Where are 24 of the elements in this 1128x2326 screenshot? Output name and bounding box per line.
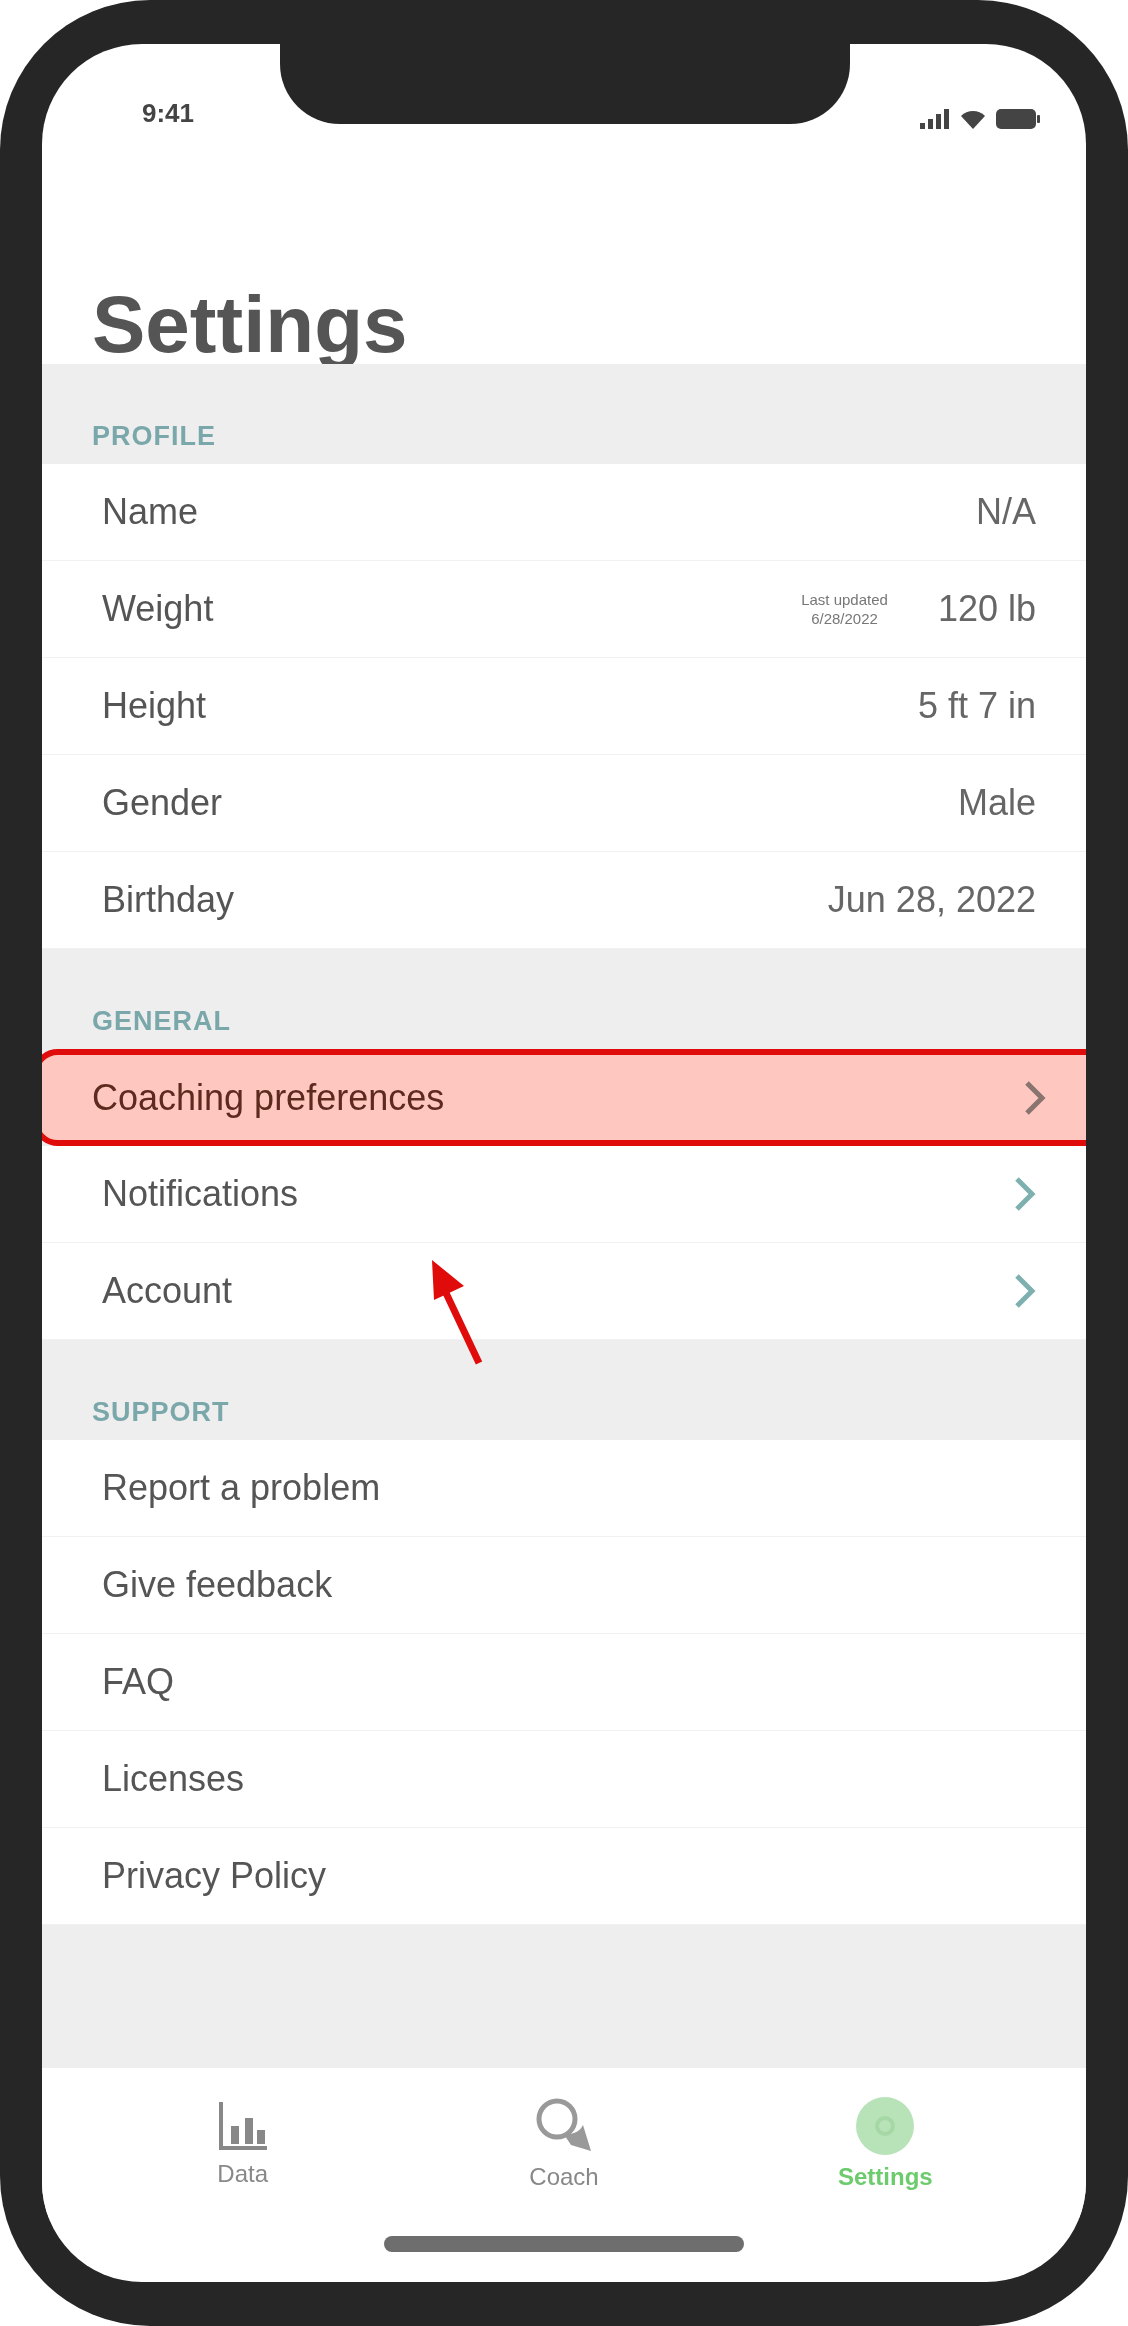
wifi-icon — [960, 109, 986, 129]
status-time: 9:41 — [142, 98, 195, 129]
section-header: PROFILE — [92, 421, 216, 452]
tab-item[interactable]: Data — [142, 2098, 343, 2188]
settings-row[interactable]: FAQ — [42, 1634, 1086, 1731]
settings-row[interactable]: Notifications — [42, 1146, 1086, 1243]
section-header: GENERAL — [92, 1006, 231, 1037]
tab-item[interactable]: Coach — [464, 2095, 664, 2191]
settings-icon — [854, 2095, 917, 2157]
settings-row[interactable]: Height 5 ft 7 in — [42, 658, 1086, 755]
settings-row[interactable]: Privacy Policy — [42, 1828, 1086, 1925]
settings-row[interactable]: Weight Last updated 6/28/2022 120 lb — [42, 561, 1086, 658]
signal-icon — [920, 109, 950, 129]
settings-row[interactable]: Give feedback — [42, 1537, 1086, 1634]
settings-row[interactable]: Account — [42, 1243, 1086, 1340]
battery-icon — [996, 109, 1040, 129]
settings-row[interactable]: Coaching preferences — [42, 1049, 1086, 1146]
settings-row[interactable]: Gender Male — [42, 755, 1086, 852]
section-header: SUPPORT — [92, 1397, 230, 1428]
page-title: Settings — [91, 279, 409, 364]
settings-row[interactable]: Birthday Jun 28, 2022 — [42, 852, 1086, 949]
settings-row[interactable]: Name N/A — [42, 464, 1086, 561]
settings-row[interactable]: Report a problem — [42, 1440, 1086, 1537]
settings-row[interactable]: Licenses — [42, 1731, 1086, 1828]
